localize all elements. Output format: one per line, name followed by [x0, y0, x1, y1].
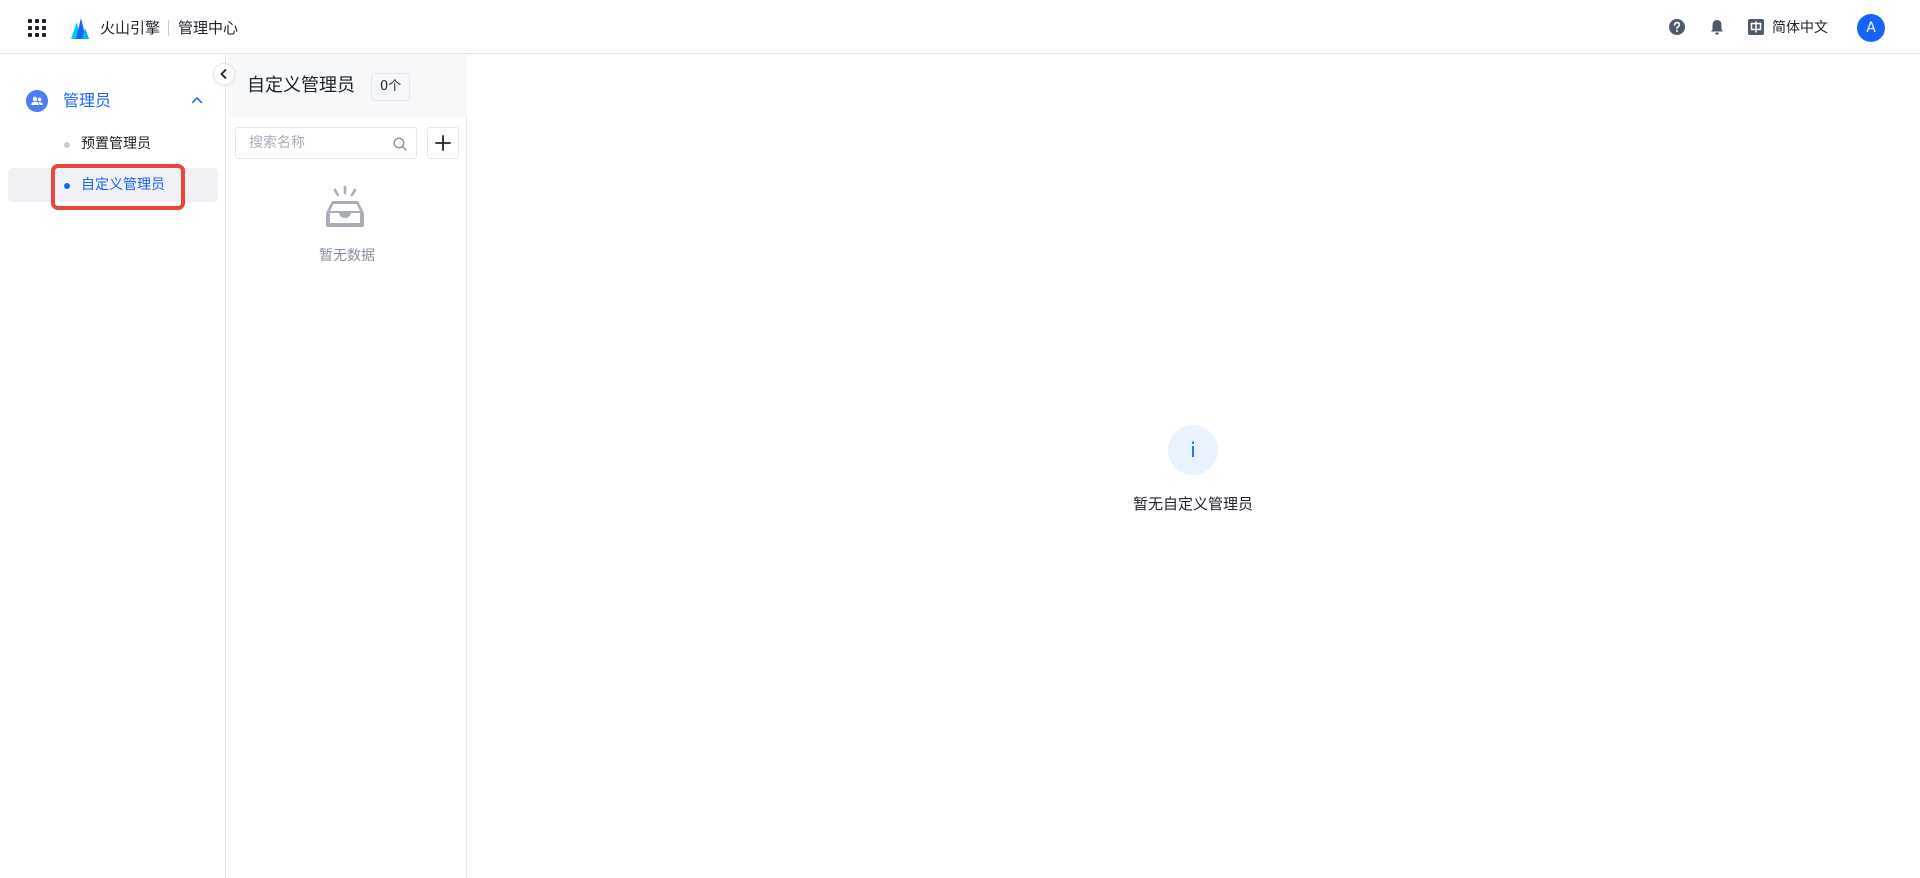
admin-list-panel: 自定义管理员 0个 暂无数据 — [227, 55, 467, 878]
grid-icon[interactable] — [28, 19, 46, 37]
info-icon: i — [1168, 425, 1218, 475]
volcano-logo-icon — [71, 18, 89, 39]
count-badge: 0个 — [371, 73, 411, 101]
list-header: 自定义管理员 0个 — [227, 55, 467, 117]
brand-divider — [168, 20, 169, 36]
question-circle-icon[interactable] — [1668, 18, 1686, 36]
top-bar: 火山引擎 管理中心 简体中文 A — [0, 0, 1920, 54]
list-empty-text: 暂无数据 — [319, 248, 375, 264]
avatar[interactable]: A — [1857, 14, 1885, 42]
sidebar-item-preset-admins[interactable]: 预置管理员 — [8, 127, 218, 161]
language-switcher[interactable]: 简体中文 — [1772, 18, 1828, 38]
sidebar-item-label: 自定义管理员 — [81, 177, 165, 193]
sidebar-item-custom-admins[interactable]: 自定义管理员 — [8, 168, 218, 202]
search-input[interactable] — [237, 129, 387, 157]
sidebar-collapse-button[interactable] — [213, 63, 235, 85]
plus-icon — [435, 135, 451, 151]
sidebar-group-label: 管理员 — [63, 91, 112, 110]
product-name[interactable]: 管理中心 — [178, 18, 238, 38]
users-icon — [26, 90, 48, 112]
empty-inbox-icon — [326, 185, 364, 227]
add-admin-button[interactable] — [427, 127, 459, 159]
bullet-dot — [64, 142, 70, 148]
chevron-up-icon — [191, 97, 203, 104]
brand-name[interactable]: 火山引擎 — [100, 18, 160, 38]
bell-icon[interactable] — [1708, 18, 1726, 36]
chinese-char-icon[interactable] — [1748, 19, 1764, 35]
bullet-dot — [64, 183, 70, 189]
chevron-left-icon — [220, 69, 227, 79]
search-icon[interactable] — [392, 136, 408, 152]
list-title: 自定义管理员 — [247, 75, 355, 96]
sidebar-group-admins[interactable]: 管理员 — [26, 89, 210, 113]
main-content: i 暂无自定义管理员 — [468, 55, 1920, 878]
search-box — [235, 127, 417, 159]
main-empty-text: 暂无自定义管理员 — [1132, 495, 1253, 513]
sidebar-item-label: 预置管理员 — [81, 136, 151, 152]
